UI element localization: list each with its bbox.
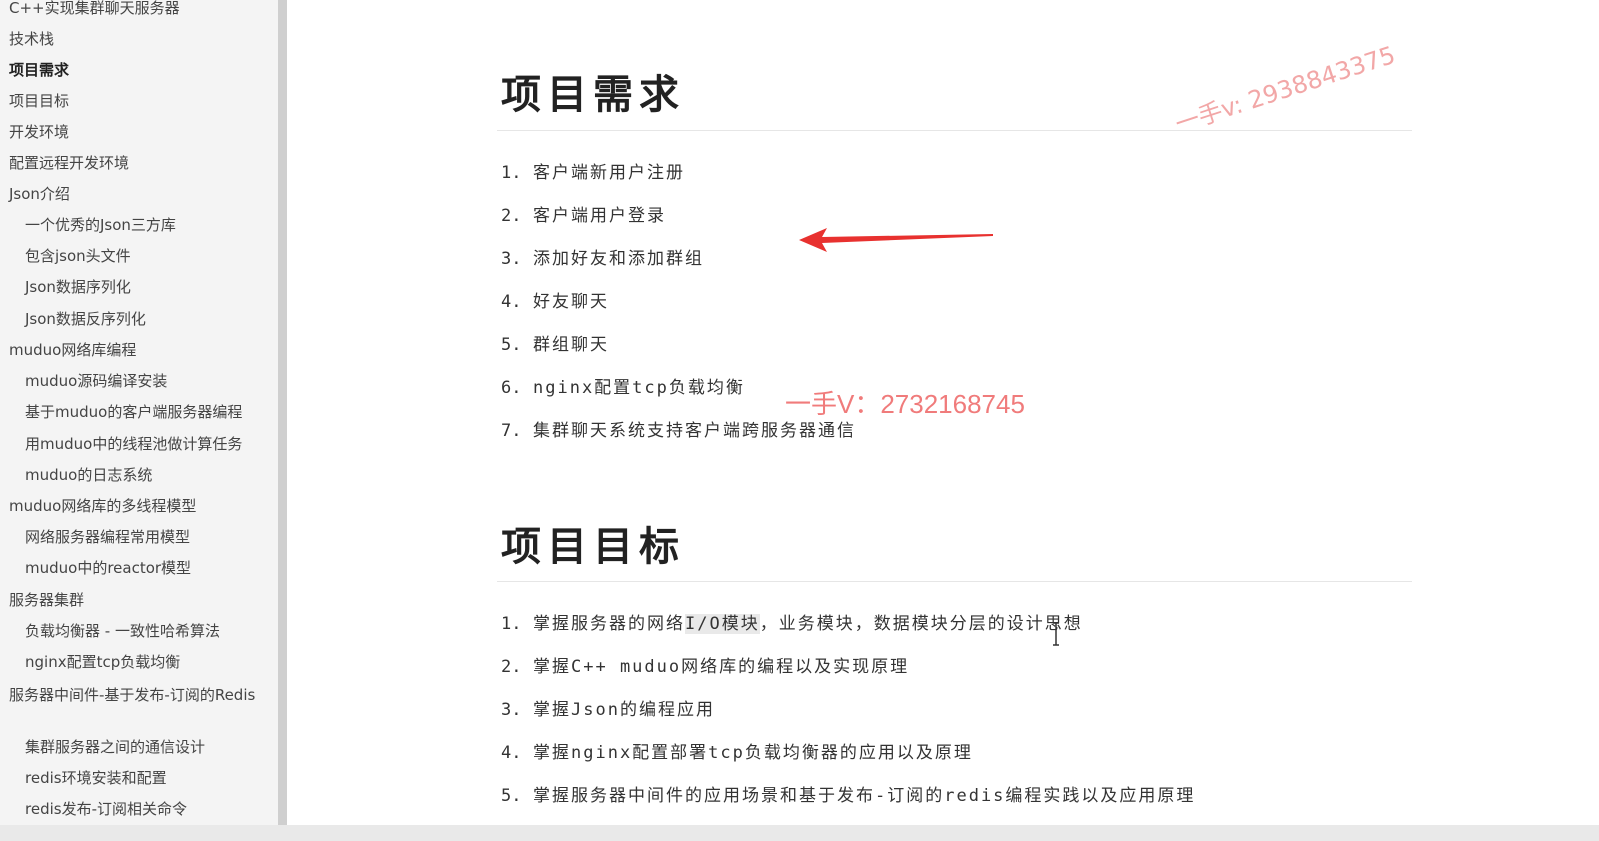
list-text: 集群聊天系统支持客户端跨服务器通信: [533, 421, 856, 441]
sidebar-item[interactable]: muduo中的reactor模型: [25, 558, 191, 578]
list-number: 6.: [501, 378, 522, 398]
text-cursor-icon: [1053, 622, 1059, 646]
list-number: 3.: [501, 249, 522, 269]
list-text: 客户端用户登录: [533, 206, 666, 226]
sidebar-item[interactable]: muduo网络库的多线程模型: [9, 496, 196, 516]
sidebar-item[interactable]: muduo源码编译安装: [25, 371, 167, 391]
sidebar-item[interactable]: redis环境安装和配置: [25, 768, 167, 788]
list-text: 掌握服务器中间件的应用场景和基于发布-订阅的redis编程实践以及应用原理: [533, 786, 1196, 806]
sidebar-item[interactable]: 服务器中间件-基于发布-订阅的Redis: [9, 684, 259, 706]
sidebar-item[interactable]: 负载均衡器 - 一致性哈希算法: [25, 621, 220, 641]
list-item: 4. 掌握nginx配置部署tcp负载均衡器的应用以及原理: [501, 738, 973, 763]
sidebar-item[interactable]: 网络服务器编程常用模型: [25, 527, 190, 547]
sidebar-item[interactable]: muduo网络库编程: [9, 340, 136, 360]
list-text: 添加好友和添加群组: [533, 249, 704, 269]
list-item: 3. 添加好友和添加群组: [501, 244, 704, 269]
highlighted-text: I/O模块: [685, 614, 760, 634]
sidebar-item[interactable]: 项目目标: [9, 91, 69, 111]
list-item: 3. 掌握Json的编程应用: [501, 695, 715, 720]
sidebar-item[interactable]: C++实现集群聊天服务器: [9, 0, 180, 18]
divider: [497, 130, 1412, 131]
list-number: 1.: [501, 163, 522, 183]
list-item: 4. 好友聊天: [501, 287, 609, 312]
list-item: 2. 掌握C++ muduo网络库的编程以及实现原理: [501, 652, 909, 677]
list-item: 2. 客户端用户登录: [501, 201, 666, 226]
list-text: 群组聊天: [533, 335, 609, 355]
list-item: 5. 掌握服务器中间件的应用场景和基于发布-订阅的redis编程实践以及应用原理: [501, 781, 1195, 806]
list-number: 7.: [501, 421, 522, 441]
list-item: 5. 群组聊天: [501, 330, 609, 355]
watermark-center: 一手V：2732168745: [785, 389, 1025, 419]
list-number: 2.: [501, 657, 522, 677]
list-number: 4.: [501, 743, 522, 763]
list-text: 掌握nginx配置部署tcp负载均衡器的应用以及原理: [533, 743, 973, 763]
horizontal-scrollbar[interactable]: [0, 825, 1599, 841]
list-item: 1. 掌握服务器的网络I/O模块，业务模块，数据模块分层的设计思想: [501, 609, 1083, 634]
list-text: ，业务模块，数据模块分层的设计思想: [759, 614, 1083, 634]
sidebar-item[interactable]: 包含json头文件: [25, 246, 131, 266]
sidebar-item[interactable]: 一个优秀的Json三方库: [25, 215, 176, 235]
sidebar-item[interactable]: 基于muduo的客户端服务器编程: [25, 402, 242, 422]
list-text: 掌握服务器的网络: [533, 614, 685, 634]
sidebar-item[interactable]: 服务器集群: [9, 590, 84, 610]
sidebar-item[interactable]: nginx配置tcp负载均衡: [25, 652, 180, 672]
list-item: 6. nginx配置tcp负载均衡: [501, 373, 745, 398]
divider: [497, 581, 1412, 582]
section-title-goals: 项目目标: [501, 523, 685, 570]
list-number: 2.: [501, 206, 522, 226]
list-number: 5.: [501, 335, 522, 355]
sidebar-item[interactable]: 集群服务器之间的通信设计: [25, 737, 205, 757]
sidebar-item[interactable]: 项目需求: [9, 60, 69, 80]
list-number: 5.: [501, 786, 522, 806]
sidebar-item[interactable]: Json介绍: [9, 184, 70, 204]
sidebar-item[interactable]: 用muduo中的线程池做计算任务: [25, 434, 242, 454]
sidebar-item[interactable]: 开发环境: [9, 122, 69, 142]
list-number: 4.: [501, 292, 522, 312]
sidebar-item[interactable]: 技术栈: [9, 29, 54, 49]
sidebar-item[interactable]: Json数据序列化: [25, 277, 131, 297]
outline-sidebar: C++实现集群聊天服务器 技术栈项目需求项目目标开发环境配置远程开发环境 Json介…: [0, 0, 278, 841]
list-number: 1.: [501, 614, 522, 634]
sidebar-resize-handle[interactable]: [278, 0, 287, 841]
sidebar-item[interactable]: redis发布-订阅相关命令: [25, 799, 187, 819]
list-text: 掌握C++ muduo网络库的编程以及实现原理: [533, 657, 910, 677]
list-text: 掌握Json的编程应用: [533, 700, 715, 720]
sidebar-item[interactable]: muduo的日志系统: [25, 465, 152, 485]
sidebar-item[interactable]: Json数据反序列化: [25, 309, 146, 329]
list-text: nginx配置tcp负载均衡: [533, 378, 745, 398]
section-title-requirements: 项目需求: [501, 71, 685, 118]
list-text: 好友聊天: [533, 292, 609, 312]
list-number: 3.: [501, 700, 522, 720]
red-left-arrow-icon: [799, 228, 993, 252]
list-text: 客户端新用户注册: [533, 163, 685, 183]
sidebar-item[interactable]: 配置远程开发环境: [9, 153, 129, 173]
list-item: 1. 客户端新用户注册: [501, 158, 685, 183]
